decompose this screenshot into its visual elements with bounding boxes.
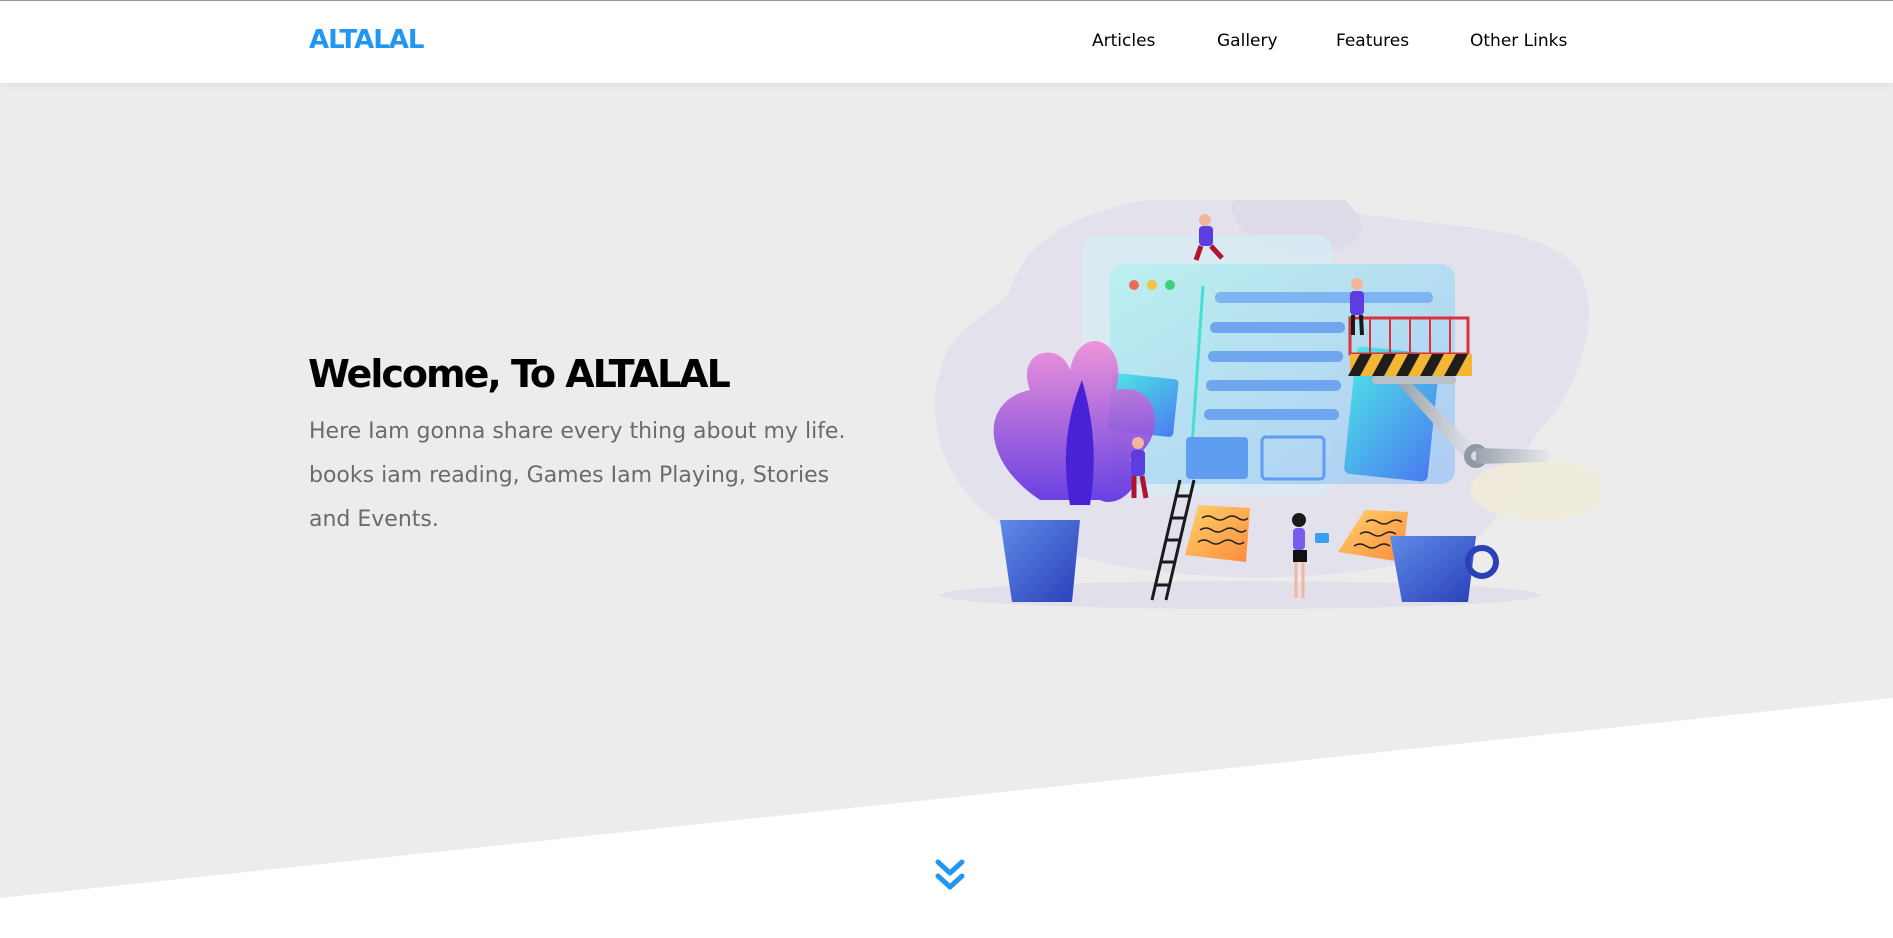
site-header: ALTALAL Articles Gallery Features Other … (0, 1, 1893, 83)
nav-item-gallery[interactable]: Gallery (1217, 31, 1278, 51)
hero-description: Here Iam gonna share every thing about m… (309, 419, 846, 532)
hero-illustration (934, 200, 1600, 609)
scroll-down-icon[interactable] (934, 857, 966, 895)
nav-item-features[interactable]: Features (1336, 31, 1409, 51)
hero-title: Welcome, To ALTALAL (308, 352, 731, 396)
main-nav: Articles Gallery Features Other Links (0, 31, 1893, 55)
nav-item-other-links[interactable]: Other Links (1470, 31, 1567, 51)
nav-item-articles[interactable]: Articles (1092, 31, 1155, 51)
